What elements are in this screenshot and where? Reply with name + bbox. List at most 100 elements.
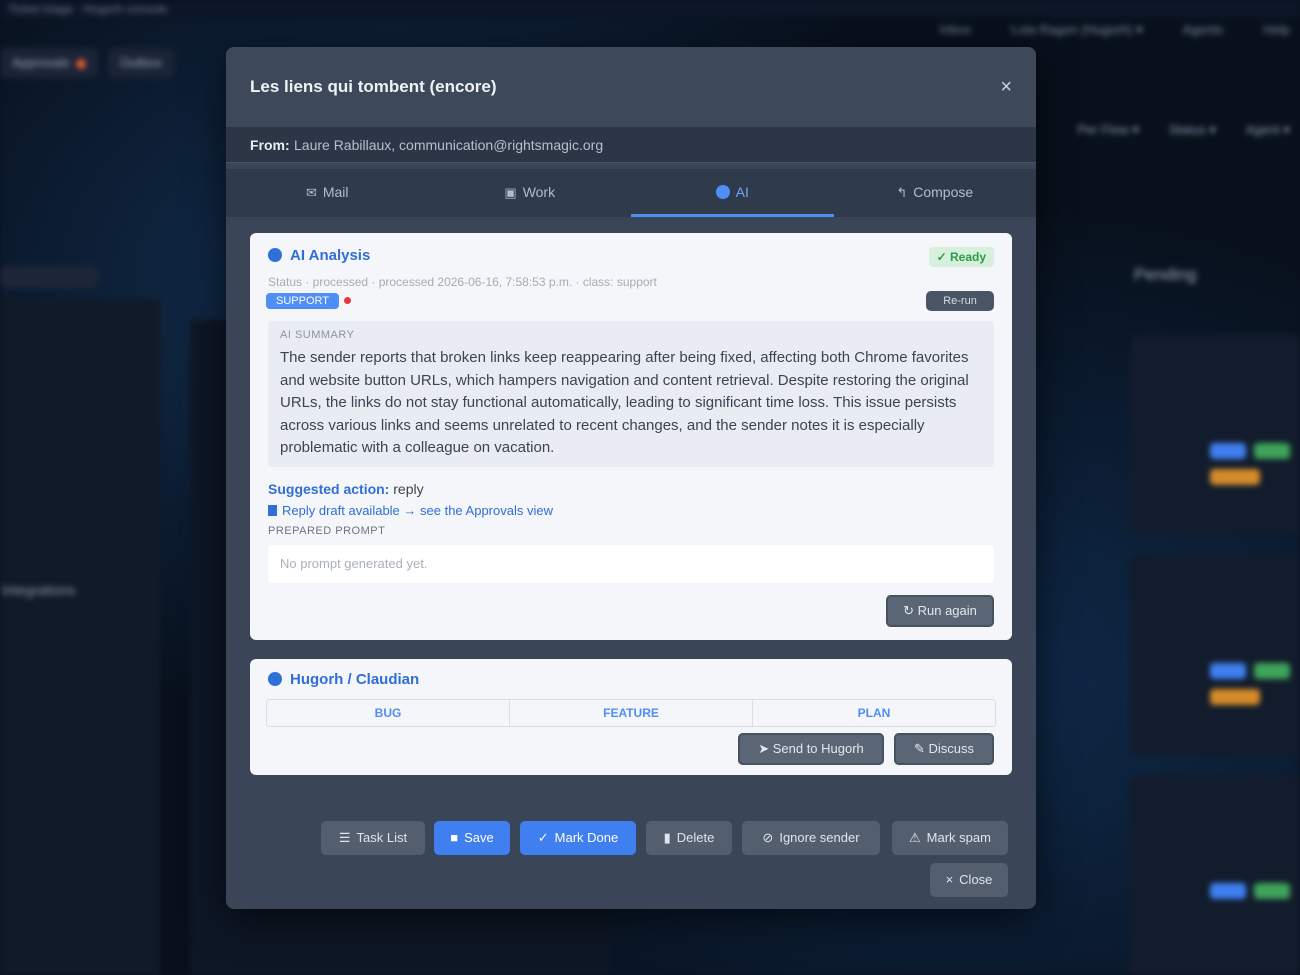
reply-draft-link[interactable]: Reply draft available → see the Approval… bbox=[268, 503, 553, 518]
mail-icon: ✉ bbox=[305, 185, 317, 200]
notification-dot bbox=[75, 58, 86, 69]
background-tabs: Approvals Outbox bbox=[0, 48, 174, 78]
background-card bbox=[1130, 555, 1300, 755]
check-icon: ✓ bbox=[537, 830, 549, 845]
background-tab: Approvals bbox=[0, 48, 98, 78]
tab-label: AI bbox=[735, 184, 749, 200]
segment-bug[interactable]: BUG bbox=[267, 700, 510, 726]
mark-done-label: Mark Done bbox=[554, 830, 619, 845]
background-tab-label: Outbox bbox=[119, 55, 162, 70]
background-pill bbox=[1210, 469, 1260, 485]
mark-done-button[interactable]: ✓ Mark Done bbox=[520, 821, 636, 855]
save-button[interactable]: ■ Save bbox=[434, 821, 510, 855]
ignore-sender-button[interactable]: ⊘ Ignore sender bbox=[742, 821, 880, 855]
background-nav-item: Inbox bbox=[939, 22, 972, 37]
reply-icon: ↰ bbox=[896, 185, 908, 200]
send-to-hugorh-button[interactable]: ➤ Send to Hugorh bbox=[738, 733, 884, 765]
rerun-chip[interactable]: Re-run bbox=[926, 291, 994, 311]
tab-compose[interactable]: ↰ Compose bbox=[834, 169, 1037, 217]
task-list-label: Task List bbox=[356, 830, 408, 845]
background-window-bar: Ticket triage · Hugorh console bbox=[0, 0, 1300, 18]
ai-summary-label: AI SUMMARY bbox=[280, 329, 355, 341]
ai-analysis-title-text: AI Analysis bbox=[290, 247, 371, 264]
ai-icon bbox=[268, 248, 282, 262]
background-card bbox=[1130, 775, 1300, 975]
tab-label: Work bbox=[522, 184, 556, 200]
briefcase-icon: ▣ bbox=[504, 185, 517, 200]
prepared-prompt-box: No prompt generated yet. bbox=[268, 545, 994, 583]
send-to-hugorh-label: Send to Hugorh bbox=[772, 741, 864, 756]
background-tab: Outbox bbox=[107, 48, 174, 78]
message-modal: Les liens qui tombent (encore) × From: L… bbox=[226, 47, 1036, 909]
refresh-icon: ↻ bbox=[903, 603, 918, 618]
mark-spam-button[interactable]: ⚠ Mark spam bbox=[892, 821, 1008, 855]
background-window-title: Ticket triage · Hugorh console bbox=[8, 2, 168, 16]
task-list-button[interactable]: ☰ Task List bbox=[321, 821, 425, 855]
suggested-action-label: Suggested action: bbox=[268, 481, 390, 497]
type-segmented-control: BUG FEATURE PLAN bbox=[266, 699, 996, 727]
delete-button[interactable]: ▮ Delete bbox=[646, 821, 732, 855]
background-nav-item: Agents bbox=[1182, 22, 1224, 37]
draft-icon bbox=[268, 505, 277, 516]
tab-work[interactable]: ▣ Work bbox=[429, 169, 632, 217]
background-pill bbox=[1254, 443, 1290, 459]
from-label: From: bbox=[250, 137, 290, 153]
background-sidebar: Integrations bbox=[0, 300, 160, 975]
delete-label: Delete bbox=[676, 830, 715, 845]
close-icon[interactable]: × bbox=[1000, 77, 1012, 97]
list-icon: ☰ bbox=[338, 830, 351, 845]
background-pill bbox=[1210, 443, 1246, 459]
category-badge: SUPPORT bbox=[266, 293, 339, 309]
tab-label: Mail bbox=[322, 184, 349, 200]
block-icon: ⊘ bbox=[762, 830, 774, 845]
ai-analysis-card: AI Analysis ✓ Ready Status · processed ·… bbox=[250, 233, 1012, 640]
hugorh-title-text: Hugorh / Claudian bbox=[290, 671, 420, 688]
prepared-prompt-label: PREPARED PROMPT bbox=[268, 525, 386, 537]
background-sidebar-label: Integrations bbox=[2, 582, 76, 598]
mark-spam-label: Mark spam bbox=[926, 830, 991, 845]
reply-draft-link-text: Reply draft available → see the Approval… bbox=[282, 503, 553, 518]
background-nav: Inbox Lola Ragon (Hugorh) ▾ Agents Help bbox=[939, 22, 1290, 42]
run-again-label: Run again bbox=[917, 603, 977, 618]
run-again-button[interactable]: ↻ Run again bbox=[886, 595, 994, 627]
background-filter: Status ▾ bbox=[1168, 122, 1216, 137]
from-bar: From: Laure Rabillaux, communication@rig… bbox=[226, 127, 1036, 163]
from-value: Laure Rabillaux, communication@rightsmag… bbox=[294, 137, 604, 153]
robot-icon bbox=[268, 672, 282, 686]
close-icon: × bbox=[945, 872, 954, 887]
tab-mail[interactable]: ✉ Mail bbox=[226, 169, 429, 217]
suggested-action: Suggested action: reply bbox=[268, 481, 424, 497]
background-filter: Agent ▾ bbox=[1245, 122, 1290, 137]
background-right-header: Pending bbox=[1134, 265, 1197, 284]
chat-icon: ✎ bbox=[913, 741, 929, 756]
background-filter: Per Flow ▾ bbox=[1077, 122, 1139, 137]
background-pill bbox=[1210, 663, 1246, 679]
suggested-action-value: reply bbox=[393, 481, 424, 497]
background-nav-item: Lola Ragon (Hugorh) ▾ bbox=[1011, 22, 1143, 37]
save-label: Save bbox=[464, 830, 494, 845]
background-right-panel: Pending bbox=[1120, 265, 1300, 975]
spam-icon: ⚠ bbox=[909, 830, 921, 845]
background-pill bbox=[1210, 883, 1246, 899]
ai-summary-text: The sender reports that broken links kee… bbox=[280, 349, 969, 456]
ignore-sender-label: Ignore sender bbox=[779, 830, 860, 845]
background-nav-item: Help bbox=[1263, 22, 1290, 37]
background-pill bbox=[1210, 689, 1260, 705]
tab-ai[interactable]: AI bbox=[631, 169, 834, 217]
hugorh-title: Hugorh / Claudian bbox=[268, 671, 419, 688]
close-label: Close bbox=[959, 872, 993, 887]
ai-summary-box: AI SUMMARY The sender reports that broke… bbox=[268, 321, 994, 467]
discuss-label: Discuss bbox=[928, 741, 975, 756]
background-card bbox=[1130, 335, 1300, 535]
segment-feature[interactable]: FEATURE bbox=[510, 700, 753, 726]
background-filters: Per Flow ▾ Status ▾ Agent ▾ bbox=[1077, 122, 1290, 138]
ai-analysis-title: AI Analysis bbox=[268, 247, 370, 264]
hugorh-card: Hugorh / Claudian BUG FEATURE PLAN ➤ Sen… bbox=[250, 659, 1012, 775]
tab-label: Compose bbox=[913, 184, 974, 200]
background-chip bbox=[0, 266, 98, 288]
modal-title: Les liens qui tombent (encore) bbox=[250, 77, 497, 96]
segment-plan[interactable]: PLAN bbox=[753, 700, 995, 726]
modal-tabs: ✉ Mail ▣ Work AI ↰ Compose bbox=[226, 169, 1036, 217]
close-button[interactable]: × Close bbox=[930, 863, 1008, 897]
discuss-button[interactable]: ✎ Discuss bbox=[894, 733, 994, 765]
